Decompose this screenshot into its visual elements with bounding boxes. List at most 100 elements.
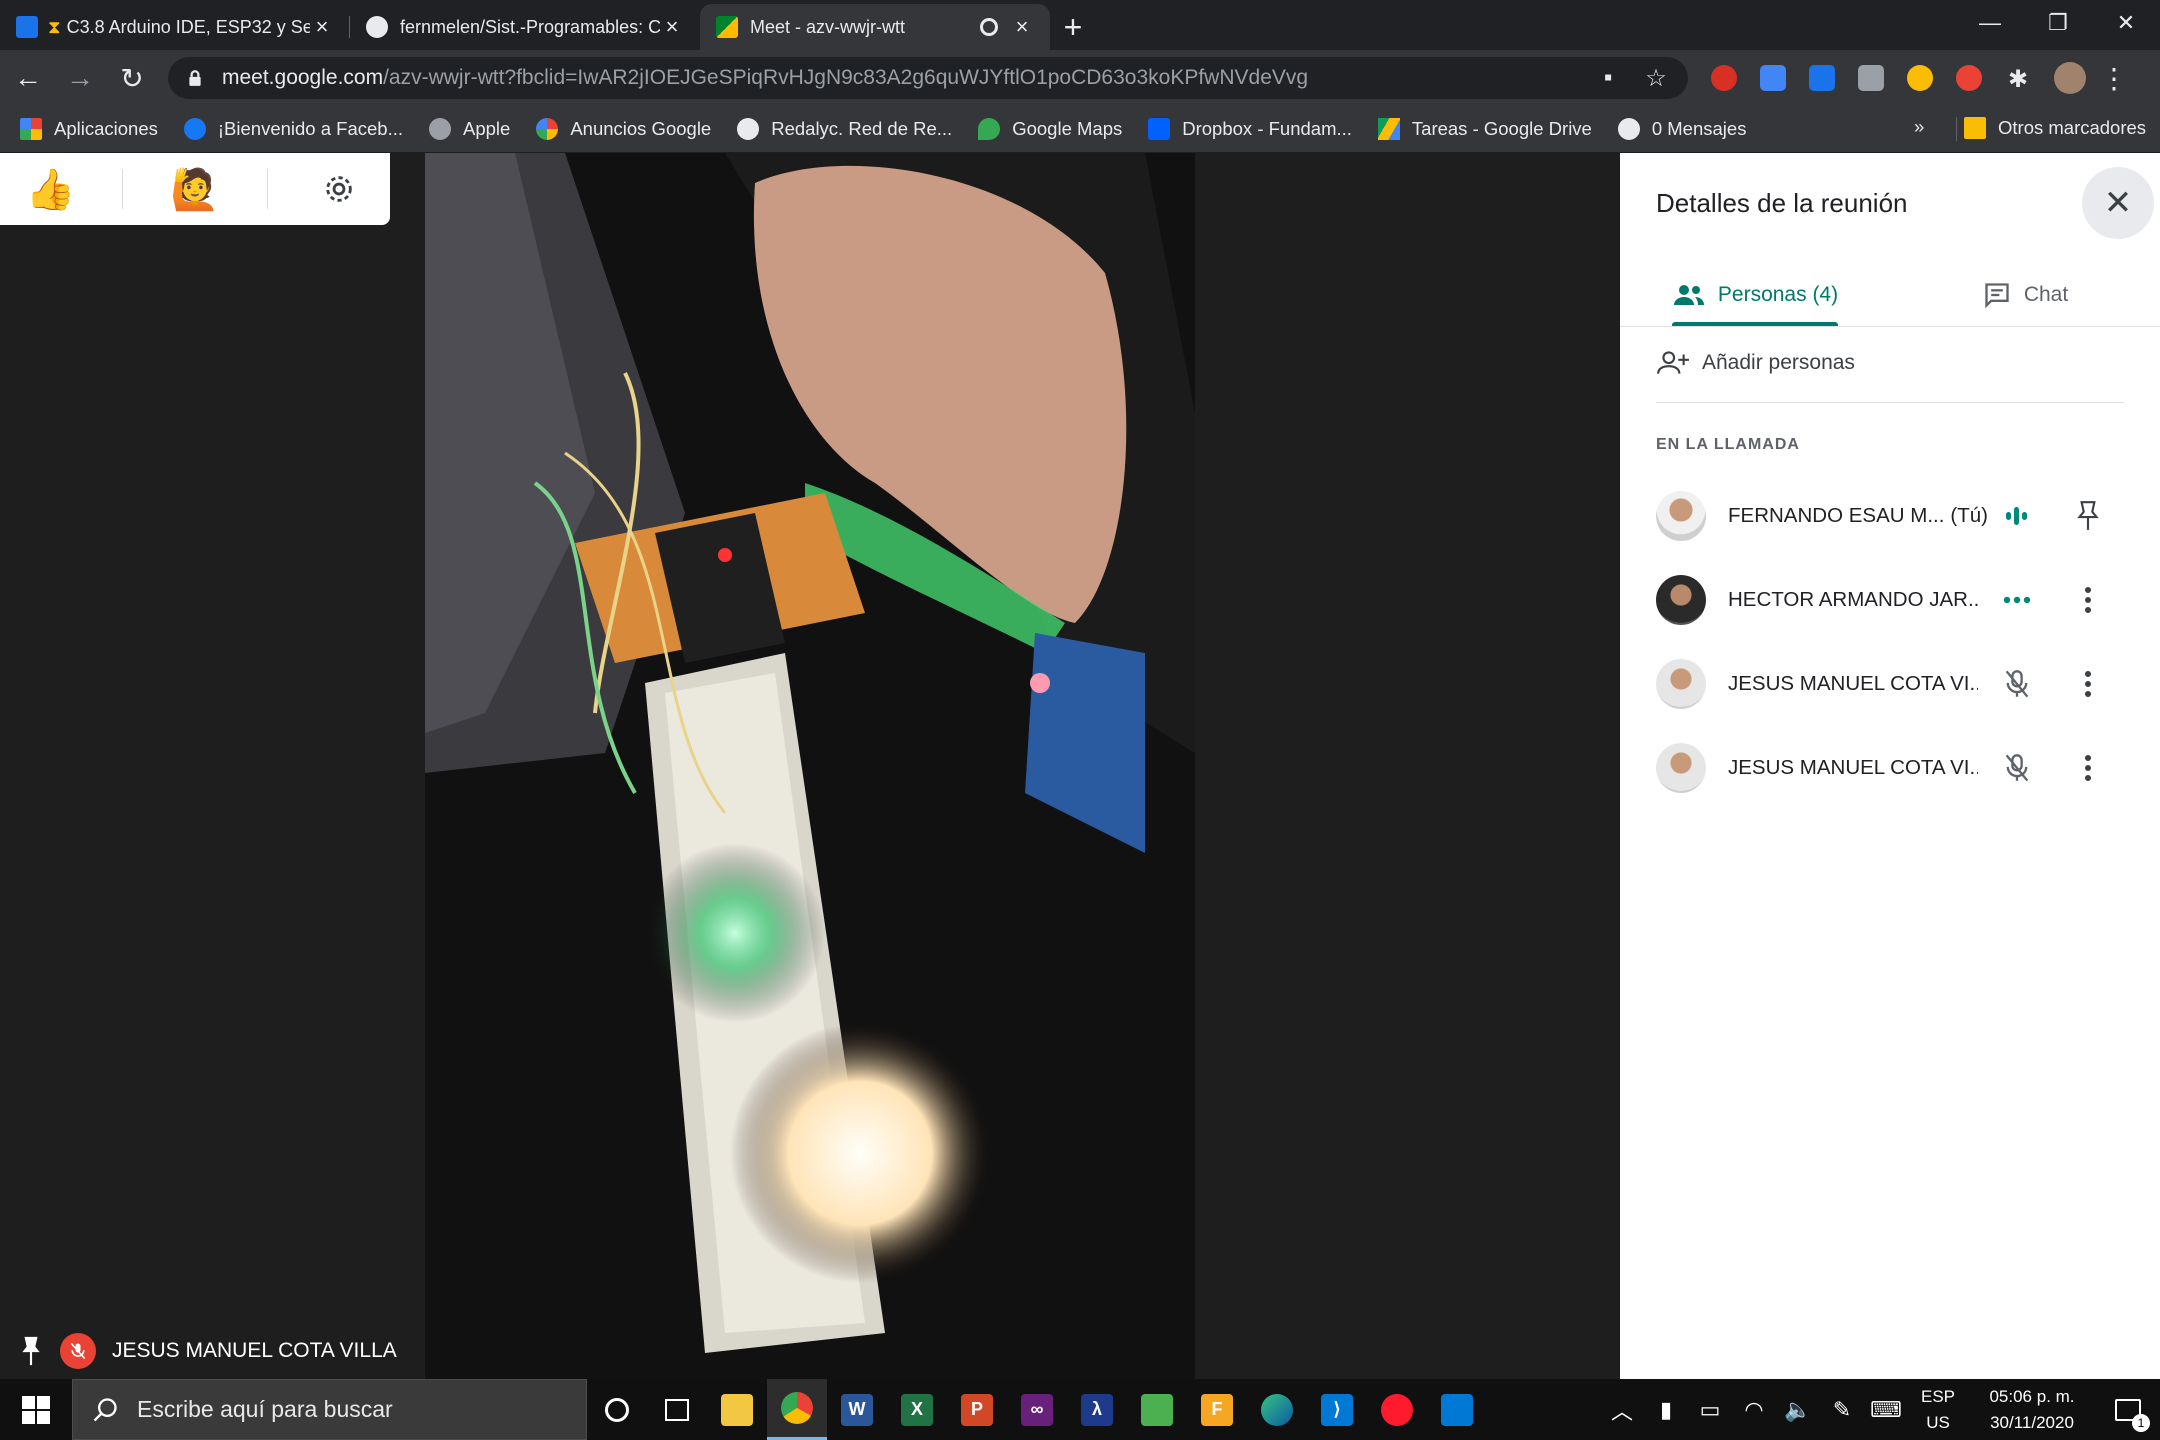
f-app-icon[interactable]: F xyxy=(1187,1379,1247,1440)
battery-icon[interactable]: ▭ xyxy=(1688,1379,1732,1440)
store-icon[interactable] xyxy=(1427,1379,1487,1440)
tab-title: fernmelen/Sist.-Programables: Cl xyxy=(400,16,660,37)
video-feed xyxy=(425,153,1195,1379)
restore-icon[interactable]: ❐ xyxy=(2024,0,2092,46)
tab-people[interactable]: Personas (4) xyxy=(1620,263,1890,326)
start-button[interactable] xyxy=(0,1379,72,1440)
extension-icon[interactable] xyxy=(1809,65,1835,91)
camera-icon[interactable]: ▪ xyxy=(1594,64,1622,92)
participant-row[interactable]: JESUS MANUEL COTA VI... xyxy=(1656,654,2126,714)
close-window-icon[interactable]: ✕ xyxy=(2092,0,2160,46)
tab-chat[interactable]: Chat xyxy=(1890,263,2160,326)
thumbs-up-icon[interactable]: 👍 xyxy=(21,159,81,219)
profile-avatar[interactable] xyxy=(2054,62,2086,94)
input-language[interactable]: ESP US xyxy=(1908,1384,1968,1436)
close-tab-icon[interactable]: × xyxy=(660,14,684,40)
minimize-icon[interactable]: — xyxy=(1956,0,2024,46)
apple-icon xyxy=(428,118,451,140)
speaking-indicator-icon xyxy=(2002,501,2032,531)
other-bookmarks[interactable]: Otros marcadores xyxy=(1964,117,2146,139)
self-tile-label: JESUS MANUEL COTA VILLA xyxy=(18,1333,397,1369)
pin-icon[interactable] xyxy=(18,1334,44,1368)
excel-icon[interactable]: X xyxy=(887,1379,947,1440)
browser-toolbar: ← → ↻ meet.google.com/azv-wwjr-wtt?fbcli… xyxy=(0,50,2160,106)
vscode-icon[interactable]: ⟩ xyxy=(1307,1379,1367,1440)
meeting-details-panel: Detalles de la reunión ✕ Personas (4) Ch… xyxy=(1620,153,2160,1379)
microphone-icon[interactable]: ▮ xyxy=(1644,1379,1688,1440)
chrome-icon[interactable] xyxy=(767,1379,827,1440)
taskbar-search[interactable]: Escribe aquí para buscar xyxy=(72,1379,587,1440)
browser-tab[interactable]: fernmelen/Sist.-Programables: Cl × xyxy=(350,4,700,50)
pin-icon[interactable] xyxy=(2070,498,2106,534)
bookmark-item[interactable]: Google Maps xyxy=(978,118,1122,140)
menu-icon[interactable]: ⋮ xyxy=(2090,54,2138,102)
more-options-icon[interactable] xyxy=(2070,750,2106,786)
file-explorer-icon[interactable] xyxy=(707,1379,767,1440)
back-icon[interactable]: ← xyxy=(4,54,52,102)
bookmark-apps[interactable]: Aplicaciones xyxy=(20,118,158,140)
clock[interactable]: 05:06 p. m. 30/11/2020 xyxy=(1968,1384,2096,1436)
address-bar[interactable]: meet.google.com/azv-wwjr-wtt?fbclid=IwAR… xyxy=(168,57,1688,99)
close-tab-icon[interactable]: × xyxy=(1010,14,1034,40)
bookmark-item[interactable]: Apple xyxy=(428,118,510,140)
participant-name: JESUS MANUEL COTA VI... xyxy=(1728,756,1978,779)
url-host: meet.google.com xyxy=(222,66,384,89)
search-placeholder: Escribe aquí para buscar xyxy=(137,1396,393,1422)
bookmark-label: ¡Bienvenido a Faceb... xyxy=(217,118,403,139)
participant-row[interactable]: FERNANDO ESAU M... (Tú) xyxy=(1656,486,2126,546)
volume-icon[interactable]: 🔈 xyxy=(1776,1379,1820,1440)
forward-icon[interactable]: → xyxy=(56,54,104,102)
opera-icon[interactable] xyxy=(1367,1379,1427,1440)
bookmark-item[interactable]: Tareas - Google Drive xyxy=(1377,118,1592,140)
pen-icon[interactable]: ✎ xyxy=(1820,1379,1864,1440)
bookmark-label: Aplicaciones xyxy=(54,118,158,139)
sheet-app-icon[interactable] xyxy=(1127,1379,1187,1440)
visual-studio-icon[interactable]: ∞ xyxy=(1007,1379,1067,1440)
lambda-app-icon[interactable]: λ xyxy=(1067,1379,1127,1440)
add-person-icon xyxy=(1657,351,1689,374)
participant-row[interactable]: HECTOR ARMANDO JAR... xyxy=(1656,570,2126,630)
bookmarks-overflow-button[interactable]: » xyxy=(1914,116,1924,138)
close-tab-icon[interactable]: × xyxy=(310,14,334,40)
bookmark-item[interactable]: 0 Mensajes xyxy=(1617,118,1746,140)
bookmark-item[interactable]: Dropbox - Fundam... xyxy=(1148,118,1352,140)
participant-row[interactable]: JESUS MANUEL COTA VI... xyxy=(1656,738,2126,798)
avatar xyxy=(1656,491,1706,541)
edge-icon[interactable] xyxy=(1247,1379,1307,1440)
bookmark-item[interactable]: Redalyc. Red de Re... xyxy=(737,118,952,140)
thumbs-up-extension-icon[interactable] xyxy=(1907,65,1933,91)
more-options-icon[interactable] xyxy=(2070,666,2106,702)
bookmark-item[interactable]: Anuncios Google xyxy=(536,118,711,140)
bookmark-item[interactable]: ¡Bienvenido a Faceb... xyxy=(183,118,403,140)
github-icon xyxy=(366,16,388,38)
more-options-icon[interactable] xyxy=(2070,582,2106,618)
browser-tab-active[interactable]: Meet - azv-wwjr-wtt × xyxy=(700,4,1050,50)
add-people-button[interactable]: Añadir personas xyxy=(1656,349,1855,377)
cortana-icon[interactable] xyxy=(587,1379,647,1440)
participant-name: JESUS MANUEL COTA VILLA xyxy=(112,1339,397,1362)
tab-label: Chat xyxy=(2023,282,2069,306)
add-people-label: Añadir personas xyxy=(1702,351,1855,374)
wifi-icon[interactable]: ◠ xyxy=(1732,1379,1776,1440)
puzzle-icon[interactable]: ✱ xyxy=(2005,65,2031,93)
settings-gear-icon[interactable] xyxy=(309,159,369,219)
close-panel-button[interactable]: ✕ xyxy=(2082,167,2154,239)
extension-icon[interactable] xyxy=(1760,65,1786,91)
close-icon: ✕ xyxy=(2103,184,2133,222)
notifications-icon[interactable]: 1 xyxy=(2096,1379,2160,1440)
bookmark-label: Otros marcadores xyxy=(1998,117,2147,138)
chevron-up-icon[interactable]: ︿ xyxy=(1600,1379,1644,1440)
task-view-icon[interactable] xyxy=(647,1379,707,1440)
star-icon[interactable]: ☆ xyxy=(1642,64,1670,92)
raise-hand-icon[interactable]: 🙋 xyxy=(165,159,225,219)
new-tab-button[interactable]: + xyxy=(1050,4,1096,50)
extension-icon[interactable] xyxy=(1858,65,1884,91)
facebook-icon xyxy=(183,118,206,140)
word-icon[interactable]: W xyxy=(827,1379,887,1440)
powerpoint-icon[interactable]: P xyxy=(947,1379,1007,1440)
adblock-extension-icon[interactable] xyxy=(1711,65,1737,91)
browser-tab[interactable]: ⧗ C3.8 Arduino IDE, ESP32 y Sen × xyxy=(0,4,350,50)
keyboard-icon[interactable]: ⌨ xyxy=(1864,1379,1908,1440)
reload-icon[interactable]: ↻ xyxy=(108,54,156,102)
extension-icon[interactable] xyxy=(1956,65,1982,91)
